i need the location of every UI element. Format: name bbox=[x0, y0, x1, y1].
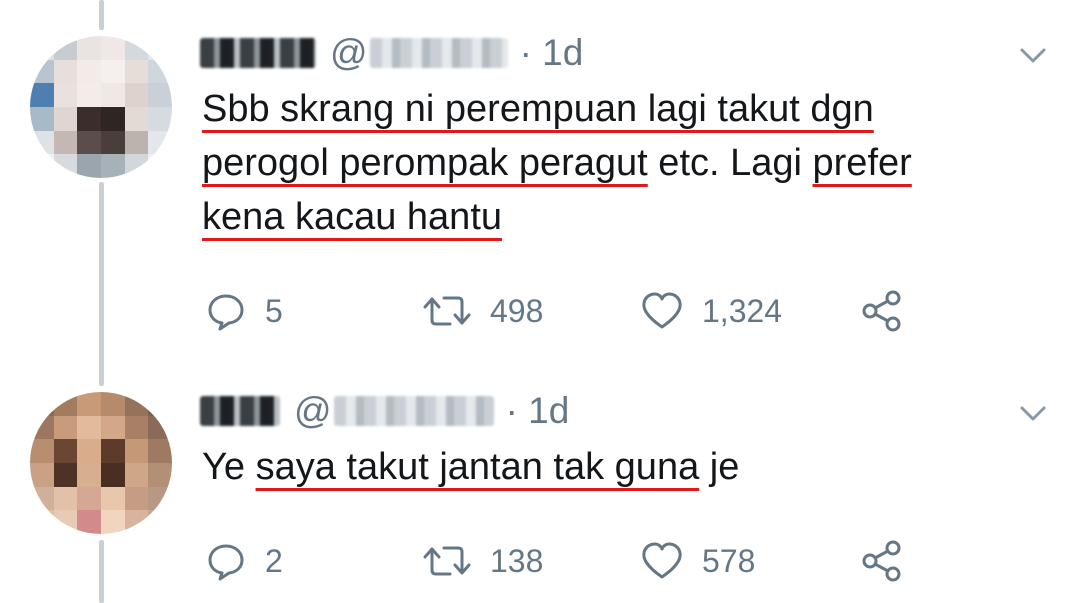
share-icon bbox=[862, 290, 901, 332]
timestamp[interactable]: · 1d bbox=[520, 32, 584, 74]
reply-icon bbox=[208, 294, 244, 331]
tweet-actions: 2 138 578 bbox=[200, 536, 920, 586]
heart-icon bbox=[642, 292, 682, 329]
share-icon bbox=[862, 540, 901, 582]
text-segment: je bbox=[699, 446, 740, 488]
tweet-header: @ · 1d bbox=[200, 28, 583, 78]
retweet-icon bbox=[423, 546, 471, 576]
display-name-redacted[interactable] bbox=[200, 396, 280, 426]
retweet-count: 498 bbox=[490, 292, 544, 329]
retweet-button[interactable]: 498 bbox=[422, 286, 543, 336]
tweet-actions: 5 498 1,324 bbox=[200, 286, 920, 336]
handle-at-sign: @ bbox=[330, 32, 368, 73]
text-segment: Sbb skrang ni perempuan lagi takut dgn bbox=[202, 88, 874, 130]
like-button[interactable]: 578 bbox=[640, 536, 755, 586]
text-segment: perogol perompak peragut bbox=[202, 142, 648, 184]
retweet-count: 138 bbox=[490, 542, 544, 579]
timestamp[interactable]: · 1d bbox=[506, 390, 570, 432]
tweet-menu-button[interactable] bbox=[1016, 396, 1050, 430]
text-segment: etc. Lagi bbox=[647, 142, 813, 184]
tweet-menu-button[interactable] bbox=[1016, 38, 1050, 72]
like-count: 1,324 bbox=[702, 292, 783, 329]
reply-count: 2 bbox=[265, 542, 283, 579]
reply-icon bbox=[208, 544, 244, 581]
handle-redacted[interactable] bbox=[333, 396, 494, 426]
text-segment: saya takut jantan tak guna bbox=[255, 446, 700, 488]
reply-button[interactable]: 2 bbox=[205, 536, 283, 586]
retweet-icon bbox=[423, 296, 471, 326]
avatar-image-pixelated bbox=[30, 36, 172, 178]
avatar-image-pixelated bbox=[30, 392, 172, 534]
share-button[interactable] bbox=[860, 286, 904, 336]
share-button[interactable] bbox=[860, 536, 904, 586]
text-segment: prefer bbox=[812, 142, 912, 184]
tweet-header: @ · 1d bbox=[200, 386, 569, 436]
chevron-down-icon bbox=[1020, 406, 1046, 421]
retweet-button[interactable]: 138 bbox=[422, 536, 543, 586]
display-name-redacted[interactable] bbox=[200, 38, 316, 68]
avatar[interactable] bbox=[30, 392, 172, 534]
like-button[interactable]: 1,324 bbox=[640, 286, 782, 336]
handle-at-sign: @ bbox=[294, 390, 332, 431]
handle-redacted[interactable] bbox=[369, 38, 508, 68]
like-count: 578 bbox=[702, 542, 756, 579]
reply-count: 5 bbox=[265, 292, 283, 329]
tweet-text: Ye saya takut jantan tak guna je bbox=[202, 440, 1000, 494]
heart-icon bbox=[642, 542, 682, 579]
tweet[interactable]: @ · 1d Ye saya takut jantan tak guna je … bbox=[0, 380, 1080, 603]
text-segment: kena kacau hantu bbox=[202, 196, 503, 238]
chevron-down-icon bbox=[1020, 48, 1046, 63]
tweet-text: Sbb skrang ni perempuan lagi takut dgn pe… bbox=[202, 82, 1000, 244]
text-segment: Ye bbox=[202, 446, 256, 488]
reply-button[interactable]: 5 bbox=[205, 286, 283, 336]
avatar[interactable] bbox=[30, 36, 172, 178]
tweet[interactable]: @ · 1d Sbb skrang ni perempuan lagi taku… bbox=[0, 0, 1080, 380]
